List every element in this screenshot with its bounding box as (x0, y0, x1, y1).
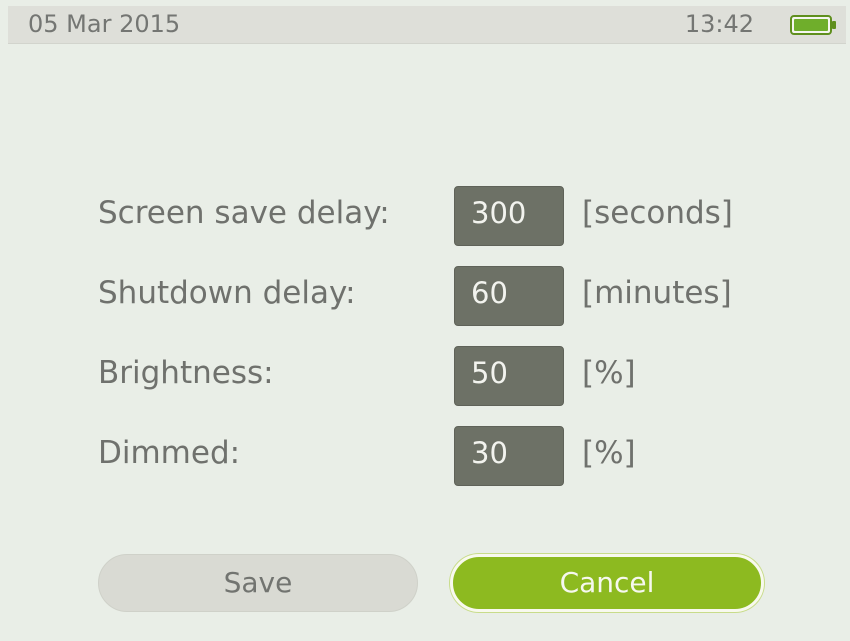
brightness-field[interactable]: 50 (454, 346, 564, 406)
setting-label: Screen save delay: (98, 195, 390, 231)
setting-unit: [%] (582, 435, 636, 471)
shutdown-delay-field[interactable]: 60 (454, 266, 564, 326)
battery-full-icon (790, 15, 838, 35)
setting-unit: [minutes] (582, 275, 732, 311)
cancel-button[interactable]: Cancel (450, 554, 764, 612)
setting-unit: [%] (582, 355, 636, 391)
setting-label: Dimmed: (98, 435, 241, 471)
status-bar: 05 Mar 2015 13:42 (8, 6, 846, 44)
status-date: 05 Mar 2015 (28, 10, 181, 38)
setting-row-brightness: Brightness: 50 [%] (98, 346, 788, 408)
setting-value: 300 (471, 196, 527, 230)
dimmed-field[interactable]: 30 (454, 426, 564, 486)
status-time: 13:42 (684, 10, 754, 38)
setting-unit: [seconds] (582, 195, 733, 231)
setting-value: 50 (471, 356, 508, 390)
setting-label: Brightness: (98, 355, 274, 391)
setting-label: Shutdown delay: (98, 275, 356, 311)
setting-row-dimmed: Dimmed: 30 [%] (98, 426, 788, 488)
save-button[interactable]: Save (98, 554, 418, 612)
setting-value: 30 (471, 436, 508, 470)
setting-row-shutdown-delay: Shutdown delay: 60 [minutes] (98, 266, 788, 328)
setting-row-screen-save-delay: Screen save delay: 300 [seconds] (98, 186, 788, 248)
screen-save-delay-field[interactable]: 300 (454, 186, 564, 246)
setting-value: 60 (471, 276, 508, 310)
